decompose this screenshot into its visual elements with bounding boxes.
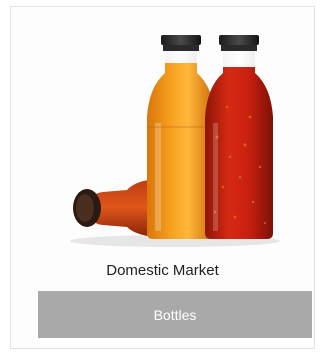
bottles-button[interactable]: Bottles [38,291,312,338]
product-title: Domestic Market [106,262,219,279]
product-card[interactable]: Domestic Market Bottles [10,6,315,349]
sauce-bottles-icon[interactable] [55,27,295,257]
